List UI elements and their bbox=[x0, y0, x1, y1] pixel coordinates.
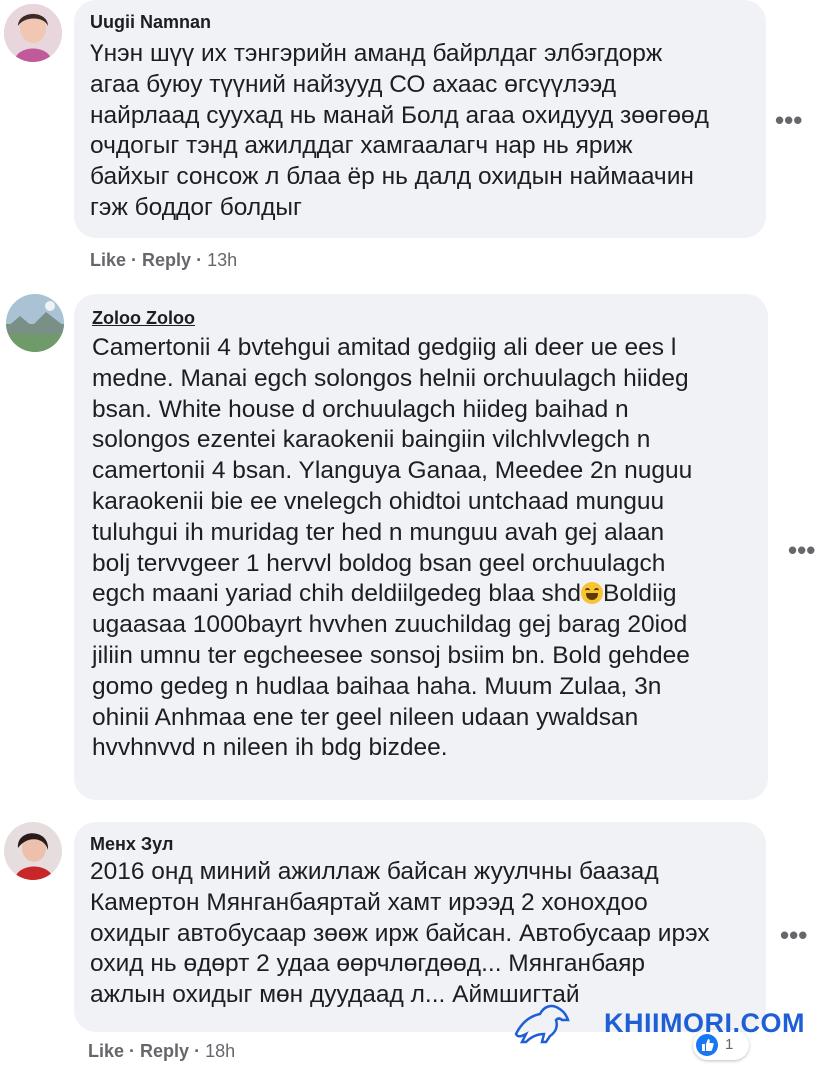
comment-line: bsan. White house d orchuulagch hiideg b… bbox=[92, 395, 629, 423]
comment-line: агаа буюу түүний найзууд СО ахаас өгсүүл… bbox=[90, 70, 617, 98]
comment-line: camertonii 4 bsan. Ylanguya Ganaa, Meede… bbox=[92, 457, 693, 485]
comment-line: Camertonii 4 bvtehgui amitad gedgiig ali… bbox=[92, 334, 677, 361]
reply-button[interactable]: Reply bbox=[142, 250, 191, 270]
laughing-emoji-icon bbox=[580, 582, 603, 605]
comment-line: jiliin umnu ter egcheesee sonsoj bsiim b… bbox=[92, 641, 690, 669]
more-options-icon[interactable]: ••• bbox=[788, 537, 815, 563]
comment-author[interactable]: Uugii Namnan bbox=[90, 12, 750, 33]
comment-line: охид нь өдөрт 2 удаа өөрчлөгдөөд... Мянг… bbox=[90, 950, 646, 978]
avatar-zoloo-zoloo[interactable] bbox=[6, 294, 64, 352]
avatar-menkh-zul[interactable] bbox=[4, 822, 62, 880]
comment-line: tuluhgui ih muridag ter hed n munguu ava… bbox=[92, 518, 665, 546]
comment-line: байхыг сонсож л блаа ёр нь далд охидын н… bbox=[90, 163, 694, 191]
comment-actions: Like · Reply · 18h bbox=[88, 1041, 236, 1061]
comment-bubble: Менх Зул 2016 онд миний ажиллаж байсан ж… bbox=[74, 822, 766, 1032]
comment-timestamp[interactable]: 18h bbox=[205, 1041, 235, 1061]
comment-line-part: egch maani yariad chih deldiilgedeg blaa… bbox=[92, 580, 581, 608]
comment-text: 2016 онд миний ажиллаж байсан жуулчны ба… bbox=[90, 857, 748, 1011]
comment-bubble: Zoloo Zoloo Camertonii 4 bvtehgui amitad… bbox=[74, 294, 768, 800]
more-options-icon[interactable]: ••• bbox=[780, 922, 807, 948]
comment-line: gomo gedeg n hudlaa baihaa haha. Muum Zu… bbox=[92, 672, 662, 700]
comment-line: Үнэн шүү их тэнгэрийн аманд байрлдаг элб… bbox=[90, 40, 663, 67]
comment-line: karaokenii bie ee vnelegch ohidtoi untch… bbox=[92, 487, 665, 515]
comment-line: ажлын охидыг мөн дуудаад л... Аймшигтай bbox=[90, 981, 580, 1009]
comment-line: ohinii Anhmaa ene ter geel nileen udaan … bbox=[92, 703, 639, 731]
comment-bubble: Uugii Namnan Үнэн шүү их тэнгэрийн аманд… bbox=[74, 0, 766, 238]
comment-text: Үнэн шүү их тэнгэрийн аманд байрлдаг элб… bbox=[90, 39, 750, 224]
like-button[interactable]: Like bbox=[88, 1041, 124, 1061]
reply-button[interactable]: Reply bbox=[140, 1041, 189, 1061]
comment-actions: Like · Reply · 13h bbox=[90, 250, 238, 270]
comment-line: Камертон Мянганбаяртай хамт ирээд 2 хоно… bbox=[90, 888, 648, 916]
comment-line: medne. Manai egch solongos helnii orchuu… bbox=[92, 364, 689, 392]
comment-line: solongos ezentei karaokenii baingiin vil… bbox=[92, 426, 651, 454]
comment-line: 2016 онд миний ажиллаж байсан жуулчны ба… bbox=[90, 858, 659, 885]
like-button[interactable]: Like bbox=[90, 250, 126, 270]
avatar-uugii-namnan[interactable] bbox=[4, 4, 62, 62]
comment-timestamp[interactable]: 13h bbox=[207, 250, 237, 270]
avatar-image bbox=[4, 822, 62, 880]
comment-line-part: Boldiig bbox=[602, 580, 677, 608]
avatar-image bbox=[6, 294, 64, 352]
horse-logo-icon bbox=[514, 1004, 570, 1044]
comment-line: ugaasaa 1000bayrt hvvhen zuuchildag gej … bbox=[92, 611, 688, 639]
comment-author[interactable]: Менх Зул bbox=[90, 834, 748, 855]
comment-line: гэж боддог болдыг bbox=[90, 193, 302, 221]
more-options-icon[interactable]: ••• bbox=[775, 107, 802, 133]
comment-line: охидыг автобусаар зөөж ирж байсан. Автоб… bbox=[90, 919, 710, 947]
comment-author[interactable]: Zoloo Zoloo bbox=[92, 308, 748, 329]
comment-line: bolj tervvgeer 1 hervvl boldog bsan geel… bbox=[92, 549, 666, 577]
watermark-text: KHIIMORI.COM bbox=[604, 1008, 805, 1038]
comment-line: очдогыг тэнд ажилддаг хамгаалагч нар нь … bbox=[90, 132, 633, 160]
comment-text: Camertonii 4 bvtehgui amitad gedgiig ali… bbox=[92, 333, 748, 764]
comment-line: найрлаад суухад нь манай Болд агаа охиду… bbox=[90, 101, 709, 129]
comment-line: hvvhnvvd n nileen ih bdg bizdee. bbox=[92, 734, 448, 762]
comment-line: egch maani yariad chih deldiilgedeg blaa… bbox=[92, 579, 748, 610]
avatar-image bbox=[4, 4, 62, 62]
